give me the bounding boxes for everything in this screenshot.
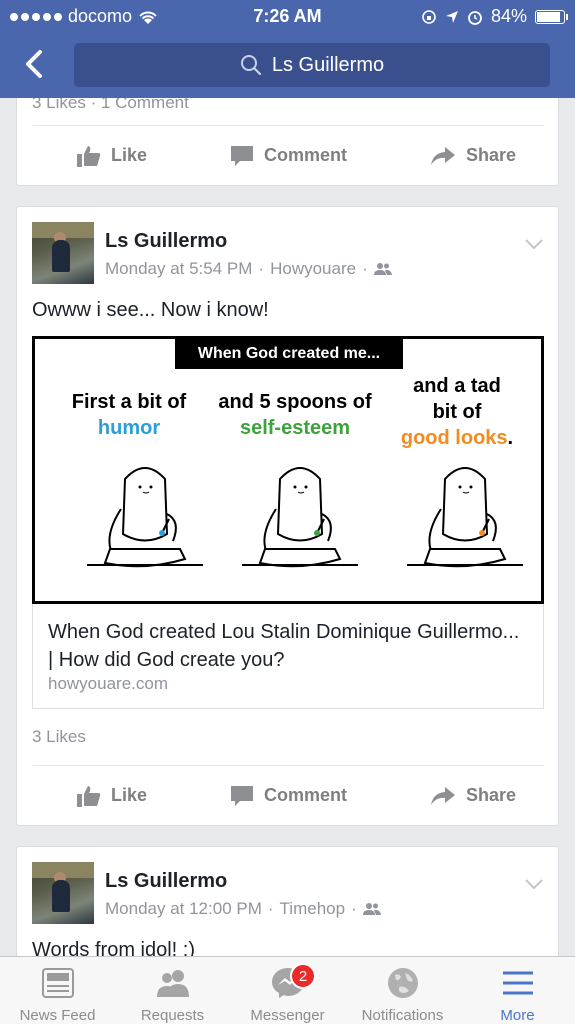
post-meta: Monday at 5:54 PM · Howyouare · bbox=[105, 259, 392, 279]
post-card: Ls Guillermo Monday at 5:54 PM · Howyoua… bbox=[16, 206, 559, 826]
post-text: Owww i see... Now i know! bbox=[32, 299, 269, 321]
share-icon bbox=[430, 146, 455, 165]
friend-requests-icon bbox=[156, 970, 189, 997]
share-button[interactable]: Share bbox=[430, 145, 516, 166]
comment-button[interactable]: Comment bbox=[230, 785, 347, 807]
author-name[interactable]: Ls Guillermo bbox=[105, 230, 227, 253]
chevron-left-icon bbox=[26, 50, 42, 78]
comment-icon bbox=[230, 785, 253, 806]
comic-title: When God created me... bbox=[175, 339, 403, 369]
panel2-caption: and 5 spoons of self-esteem bbox=[218, 391, 372, 439]
news-feed-icon bbox=[41, 968, 74, 998]
tab-news-feed[interactable]: News Feed bbox=[0, 957, 115, 1024]
post-source[interactable]: Howyouare bbox=[270, 259, 356, 279]
post-source[interactable]: Timehop bbox=[280, 899, 346, 919]
top-bar: docomo 7:26 AM 84% Ls Guillermo bbox=[0, 0, 575, 98]
link-preview-image[interactable]: When God created me... First a bit of hu… bbox=[32, 336, 544, 604]
comment-icon bbox=[230, 145, 253, 166]
location-icon bbox=[445, 10, 458, 23]
friends-icon bbox=[373, 263, 392, 275]
rotation-lock-icon bbox=[422, 9, 436, 24]
friends-icon bbox=[362, 903, 381, 915]
comment-button[interactable]: Comment bbox=[230, 145, 347, 167]
back-button[interactable] bbox=[16, 44, 52, 84]
avatar[interactable] bbox=[32, 862, 94, 924]
god-figure-illustration bbox=[87, 467, 203, 568]
share-icon bbox=[430, 786, 455, 805]
panel3-caption: and a tad bit of good looks. bbox=[400, 375, 514, 449]
share-button[interactable]: Share bbox=[430, 785, 516, 806]
battery-percent: 84% bbox=[490, 6, 527, 26]
god-figure-illustration bbox=[242, 467, 358, 568]
post-actions: Like Comment Share bbox=[33, 765, 544, 825]
thumbs-up-icon bbox=[77, 145, 101, 167]
like-button[interactable]: Like bbox=[77, 785, 147, 807]
post-actions: Like Comment Share bbox=[33, 125, 544, 185]
post-time[interactable]: Monday at 12:00 PM bbox=[105, 899, 262, 919]
tab-messenger[interactable]: 2 Messenger bbox=[230, 957, 345, 1024]
link-preview[interactable]: When God created Lou Stalin Dominique Gu… bbox=[32, 604, 544, 709]
bottom-tab-bar: News Feed Requests 2 Messenger Notificat… bbox=[0, 956, 575, 1024]
search-icon bbox=[240, 55, 261, 76]
panel1-caption: First a bit of humor bbox=[71, 391, 187, 439]
author-name[interactable]: Ls Guillermo bbox=[105, 870, 227, 893]
thumbs-up-icon bbox=[77, 785, 101, 807]
likes-count[interactable]: 3 Likes bbox=[32, 727, 86, 747]
avatar[interactable] bbox=[32, 222, 94, 284]
tab-notifications[interactable]: Notifications bbox=[345, 957, 460, 1024]
menu-icon bbox=[502, 971, 533, 995]
search-text: Ls Guillermo bbox=[271, 53, 385, 76]
battery-icon bbox=[535, 9, 568, 24]
chevron-down-icon[interactable] bbox=[524, 237, 544, 251]
globe-icon bbox=[387, 968, 418, 998]
post-meta: Monday at 12:00 PM · Timehop · bbox=[105, 899, 381, 919]
post-time[interactable]: Monday at 5:54 PM bbox=[105, 259, 252, 279]
status-bar: docomo 7:26 AM 84% bbox=[0, 0, 575, 34]
like-button[interactable]: Like bbox=[77, 145, 147, 167]
chevron-down-icon[interactable] bbox=[524, 877, 544, 891]
search-bar[interactable]: Ls Guillermo bbox=[74, 43, 550, 87]
alarm-icon bbox=[468, 10, 482, 25]
messenger-badge: 2 bbox=[290, 963, 316, 989]
link-title[interactable]: When God created Lou Stalin Dominique Gu… bbox=[48, 618, 528, 674]
tab-requests[interactable]: Requests bbox=[115, 957, 230, 1024]
god-figure-illustration bbox=[407, 467, 523, 568]
tab-more[interactable]: More bbox=[460, 957, 575, 1024]
link-host: howyouare.com bbox=[48, 674, 169, 693]
